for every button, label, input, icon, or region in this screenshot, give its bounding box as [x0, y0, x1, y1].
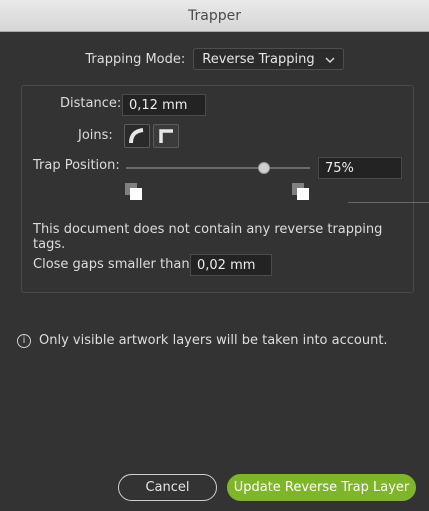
distance-field[interactable]: 0,12 mm — [122, 94, 206, 116]
trap-end-icon — [292, 183, 312, 203]
distance-value: 0,12 mm — [129, 97, 188, 113]
reverse-trapping-message: This document does not contain any rever… — [33, 222, 383, 252]
round-join-icon — [125, 128, 149, 151]
join-miter-button[interactable] — [153, 124, 179, 148]
side-indicator-line — [348, 202, 429, 203]
close-gaps-value: 0,02 mm — [197, 257, 256, 273]
window-title: Trapper — [188, 7, 241, 24]
trap-position-field[interactable]: 75% — [318, 157, 402, 179]
close-gaps-label: Close gaps smaller than: — [33, 257, 194, 272]
info-icon: i — [17, 333, 31, 348]
info-text: Only visible artwork layers will be take… — [39, 333, 388, 348]
miter-join-icon — [154, 129, 178, 151]
info-row: i Only visible artwork layers will be ta… — [17, 333, 388, 348]
trapping-mode-value: Reverse Trapping — [202, 51, 315, 67]
update-reverse-trap-layer-button[interactable]: Update Reverse Trap Layer — [227, 474, 416, 501]
trapping-mode-row: Trapping Mode: Reverse Trapping — [0, 48, 429, 70]
trapping-settings-group: Distance: 0,12 mm Joins: Trap Position: … — [21, 85, 414, 293]
trap-position-slider-knob[interactable] — [258, 162, 270, 174]
join-round-button[interactable] — [124, 124, 150, 148]
window-titlebar: Trapper — [0, 0, 429, 32]
trap-position-label: Trap Position: — [33, 158, 120, 173]
distance-label: Distance: — [60, 96, 122, 111]
close-gaps-field[interactable]: 0,02 mm — [190, 254, 272, 276]
trap-position-slider-track[interactable] — [126, 167, 310, 169]
chevron-down-icon — [325, 52, 335, 67]
joins-label: Joins: — [78, 128, 113, 143]
cancel-button[interactable]: Cancel — [118, 474, 217, 501]
trapping-mode-select[interactable]: Reverse Trapping — [193, 48, 344, 70]
trapper-dialog: Trapping Mode: Reverse Trapping Distance… — [0, 32, 429, 511]
trap-start-icon — [125, 183, 145, 203]
trapping-mode-label: Trapping Mode: — [85, 51, 186, 67]
trap-position-value: 75% — [325, 160, 354, 176]
